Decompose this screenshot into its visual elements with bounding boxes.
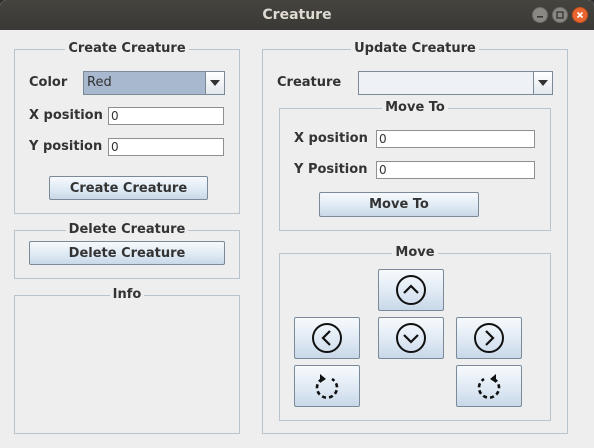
chevron-down-icon	[210, 80, 220, 86]
y-position-label: Y position	[29, 139, 103, 154]
arrow-left-icon	[312, 323, 342, 353]
info-group: Info	[14, 287, 240, 434]
creature-dropdown-button[interactable]	[533, 72, 552, 94]
moveto-y-label: Y Position	[294, 162, 368, 177]
maximize-button[interactable]	[552, 7, 568, 23]
creature-select-value	[359, 72, 533, 94]
rotate-right-button[interactable]	[456, 365, 522, 407]
arrow-down-icon	[396, 323, 426, 353]
color-dropdown-button[interactable]	[205, 72, 224, 94]
title-bar[interactable]: Creature	[0, 0, 594, 30]
info-legend: Info	[109, 287, 145, 302]
update-creature-legend: Update Creature	[351, 41, 479, 56]
move-right-button[interactable]	[456, 317, 522, 359]
chevron-down-icon	[538, 80, 548, 86]
color-select-value: Red	[87, 75, 112, 90]
creature-select[interactable]	[358, 71, 553, 95]
delete-creature-legend: Delete Creature	[65, 222, 189, 237]
delete-creature-button[interactable]: Delete Creature	[29, 241, 225, 265]
moveto-y-input[interactable]: 0	[376, 161, 535, 179]
color-label: Color	[29, 75, 68, 90]
move-down-button[interactable]	[378, 317, 444, 359]
x-position-input[interactable]: 0	[108, 107, 224, 125]
color-select[interactable]: Red	[83, 71, 225, 95]
close-icon	[576, 11, 584, 19]
move-up-button[interactable]	[378, 269, 444, 311]
minimize-button[interactable]	[532, 7, 548, 23]
create-creature-legend: Create Creature	[65, 41, 189, 56]
arrow-up-icon	[396, 275, 426, 305]
move-legend: Move	[392, 245, 438, 260]
maximize-icon	[556, 11, 564, 19]
moveto-x-input[interactable]: 0	[376, 130, 535, 148]
creature-label: Creature	[277, 75, 342, 90]
y-position-input[interactable]: 0	[108, 138, 224, 156]
rotate-left-button[interactable]	[294, 365, 360, 407]
rotate-right-icon	[477, 374, 501, 399]
rotate-left-icon	[315, 374, 339, 399]
arrow-right-icon	[474, 323, 504, 353]
create-creature-button[interactable]: Create Creature	[49, 176, 208, 200]
move-to-legend: Move To	[382, 100, 448, 115]
moveto-x-label: X position	[294, 131, 368, 146]
window-title: Creature	[262, 7, 332, 23]
minimize-icon	[537, 16, 543, 18]
close-button[interactable]	[572, 7, 588, 23]
move-left-button[interactable]	[294, 317, 360, 359]
app-window: Creature Create Creature Color Red X pos…	[0, 0, 594, 448]
move-to-button[interactable]: Move To	[319, 192, 479, 217]
x-position-label: X position	[29, 108, 103, 123]
